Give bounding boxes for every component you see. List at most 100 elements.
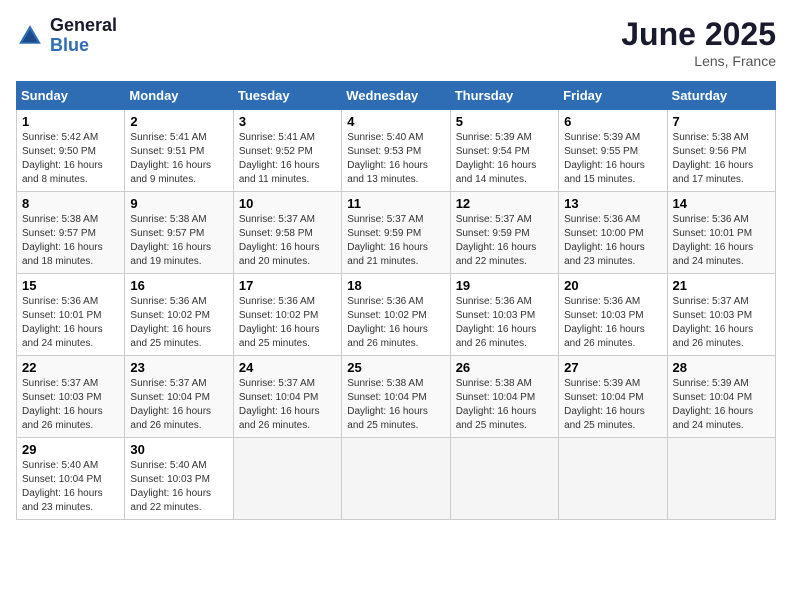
calendar-cell: 1 Sunrise: 5:42 AM Sunset: 9:50 PM Daylig… xyxy=(17,110,125,192)
calendar-cell: 25 Sunrise: 5:38 AM Sunset: 10:04 PM Dayl… xyxy=(342,356,450,438)
day-info: Sunrise: 5:36 AM Sunset: 10:01 PM Daylig… xyxy=(673,213,770,269)
weekday-header-monday: Monday xyxy=(125,82,233,110)
day-number: 1 xyxy=(22,114,119,129)
day-number: 27 xyxy=(564,360,661,375)
day-number: 8 xyxy=(22,196,119,211)
day-number: 22 xyxy=(22,360,119,375)
day-number: 2 xyxy=(130,114,227,129)
day-number: 9 xyxy=(130,196,227,211)
weekday-header-sunday: Sunday xyxy=(17,82,125,110)
day-info: Sunrise: 5:36 AM Sunset: 10:03 PM Daylig… xyxy=(456,295,553,351)
calendar-cell: 11 Sunrise: 5:37 AM Sunset: 9:59 PM Dayli… xyxy=(342,192,450,274)
calendar-cell: 7 Sunrise: 5:38 AM Sunset: 9:56 PM Daylig… xyxy=(667,110,775,192)
calendar-cell: 4 Sunrise: 5:40 AM Sunset: 9:53 PM Daylig… xyxy=(342,110,450,192)
logo-icon xyxy=(16,22,44,50)
weekday-header-wednesday: Wednesday xyxy=(342,82,450,110)
day-info: Sunrise: 5:42 AM Sunset: 9:50 PM Dayligh… xyxy=(22,131,119,187)
weekday-header-thursday: Thursday xyxy=(450,82,558,110)
day-number: 13 xyxy=(564,196,661,211)
calendar-cell: 10 Sunrise: 5:37 AM Sunset: 9:58 PM Dayli… xyxy=(233,192,341,274)
day-info: Sunrise: 5:40 AM Sunset: 10:03 PM Daylig… xyxy=(130,459,227,515)
day-info: Sunrise: 5:38 AM Sunset: 9:56 PM Dayligh… xyxy=(673,131,770,187)
day-info: Sunrise: 5:40 AM Sunset: 9:53 PM Dayligh… xyxy=(347,131,444,187)
calendar-cell: 17 Sunrise: 5:36 AM Sunset: 10:02 PM Dayl… xyxy=(233,274,341,356)
calendar-cell: 14 Sunrise: 5:36 AM Sunset: 10:01 PM Dayl… xyxy=(667,192,775,274)
calendar-cell xyxy=(342,438,450,520)
day-number: 18 xyxy=(347,278,444,293)
calendar-cell: 27 Sunrise: 5:39 AM Sunset: 10:04 PM Dayl… xyxy=(559,356,667,438)
day-number: 17 xyxy=(239,278,336,293)
weekday-header-saturday: Saturday xyxy=(667,82,775,110)
calendar-cell: 23 Sunrise: 5:37 AM Sunset: 10:04 PM Dayl… xyxy=(125,356,233,438)
day-info: Sunrise: 5:36 AM Sunset: 10:00 PM Daylig… xyxy=(564,213,661,269)
day-info: Sunrise: 5:41 AM Sunset: 9:52 PM Dayligh… xyxy=(239,131,336,187)
calendar-cell: 28Sunrise: 5:39 AM Sunset: 10:04 PM Dayl… xyxy=(667,356,775,438)
day-info: Sunrise: 5:39 AM Sunset: 10:04 PM Daylig… xyxy=(564,377,661,433)
day-info: Sunrise: 5:36 AM Sunset: 10:02 PM Daylig… xyxy=(239,295,336,351)
day-info: Sunrise: 5:37 AM Sunset: 9:58 PM Dayligh… xyxy=(239,213,336,269)
logo-blue: Blue xyxy=(50,36,117,56)
day-info: Sunrise: 5:41 AM Sunset: 9:51 PM Dayligh… xyxy=(130,131,227,187)
calendar-week-row: 29 Sunrise: 5:40 AM Sunset: 10:04 PM Dayl… xyxy=(17,438,776,520)
calendar-cell: 20Sunrise: 5:36 AM Sunset: 10:03 PM Dayl… xyxy=(559,274,667,356)
weekday-header-row: SundayMondayTuesdayWednesdayThursdayFrid… xyxy=(17,82,776,110)
calendar-cell xyxy=(233,438,341,520)
day-number: 4 xyxy=(347,114,444,129)
day-number: 14 xyxy=(673,196,770,211)
calendar-week-row: 8 Sunrise: 5:38 AM Sunset: 9:57 PM Daylig… xyxy=(17,192,776,274)
day-number: 25 xyxy=(347,360,444,375)
calendar-cell xyxy=(559,438,667,520)
calendar-cell: 13 Sunrise: 5:36 AM Sunset: 10:00 PM Dayl… xyxy=(559,192,667,274)
calendar-cell: 18Sunrise: 5:36 AM Sunset: 10:02 PM Dayl… xyxy=(342,274,450,356)
day-info: Sunrise: 5:39 AM Sunset: 9:54 PM Dayligh… xyxy=(456,131,553,187)
calendar-cell: 21Sunrise: 5:37 AM Sunset: 10:03 PM Dayl… xyxy=(667,274,775,356)
day-info: Sunrise: 5:38 AM Sunset: 10:04 PM Daylig… xyxy=(347,377,444,433)
day-number: 23 xyxy=(130,360,227,375)
day-info: Sunrise: 5:37 AM Sunset: 10:03 PM Daylig… xyxy=(22,377,119,433)
day-number: 16 xyxy=(130,278,227,293)
day-info: Sunrise: 5:37 AM Sunset: 10:03 PM Daylig… xyxy=(673,295,770,351)
day-number: 11 xyxy=(347,196,444,211)
day-number: 12 xyxy=(456,196,553,211)
day-number: 28 xyxy=(673,360,770,375)
day-number: 30 xyxy=(130,442,227,457)
calendar-week-row: 1 Sunrise: 5:42 AM Sunset: 9:50 PM Daylig… xyxy=(17,110,776,192)
day-number: 24 xyxy=(239,360,336,375)
day-info: Sunrise: 5:37 AM Sunset: 10:04 PM Daylig… xyxy=(130,377,227,433)
day-number: 5 xyxy=(456,114,553,129)
day-number: 7 xyxy=(673,114,770,129)
calendar-cell xyxy=(667,438,775,520)
calendar-cell: 5 Sunrise: 5:39 AM Sunset: 9:54 PM Daylig… xyxy=(450,110,558,192)
day-info: Sunrise: 5:37 AM Sunset: 9:59 PM Dayligh… xyxy=(456,213,553,269)
day-info: Sunrise: 5:39 AM Sunset: 9:55 PM Dayligh… xyxy=(564,131,661,187)
logo: General Blue xyxy=(16,16,117,56)
calendar-cell: 2 Sunrise: 5:41 AM Sunset: 9:51 PM Daylig… xyxy=(125,110,233,192)
day-info: Sunrise: 5:38 AM Sunset: 9:57 PM Dayligh… xyxy=(130,213,227,269)
calendar-table: SundayMondayTuesdayWednesdayThursdayFrid… xyxy=(16,81,776,520)
day-info: Sunrise: 5:38 AM Sunset: 9:57 PM Dayligh… xyxy=(22,213,119,269)
day-info: Sunrise: 5:40 AM Sunset: 10:04 PM Daylig… xyxy=(22,459,119,515)
calendar-cell: 29 Sunrise: 5:40 AM Sunset: 10:04 PM Dayl… xyxy=(17,438,125,520)
day-number: 19 xyxy=(456,278,553,293)
day-info: Sunrise: 5:38 AM Sunset: 10:04 PM Daylig… xyxy=(456,377,553,433)
day-number: 29 xyxy=(22,442,119,457)
calendar-cell: 19 Sunrise: 5:36 AM Sunset: 10:03 PM Dayl… xyxy=(450,274,558,356)
calendar-cell: 12 Sunrise: 5:37 AM Sunset: 9:59 PM Dayli… xyxy=(450,192,558,274)
title-section: June 2025 Lens, France xyxy=(621,16,776,69)
calendar-cell: 9 Sunrise: 5:38 AM Sunset: 9:57 PM Daylig… xyxy=(125,192,233,274)
day-number: 10 xyxy=(239,196,336,211)
month-title: June 2025 xyxy=(621,16,776,53)
day-number: 20 xyxy=(564,278,661,293)
day-number: 15 xyxy=(22,278,119,293)
calendar-cell: 24Sunrise: 5:37 AM Sunset: 10:04 PM Dayl… xyxy=(233,356,341,438)
day-number: 3 xyxy=(239,114,336,129)
day-number: 6 xyxy=(564,114,661,129)
location: Lens, France xyxy=(621,53,776,69)
calendar-cell: 26Sunrise: 5:38 AM Sunset: 10:04 PM Dayl… xyxy=(450,356,558,438)
calendar-cell: 15Sunrise: 5:36 AM Sunset: 10:01 PM Dayl… xyxy=(17,274,125,356)
logo-general: General xyxy=(50,16,117,36)
calendar-week-row: 22 Sunrise: 5:37 AM Sunset: 10:03 PM Dayl… xyxy=(17,356,776,438)
day-info: Sunrise: 5:37 AM Sunset: 9:59 PM Dayligh… xyxy=(347,213,444,269)
logo-text: General Blue xyxy=(50,16,117,56)
calendar-cell: 30 Sunrise: 5:40 AM Sunset: 10:03 PM Dayl… xyxy=(125,438,233,520)
